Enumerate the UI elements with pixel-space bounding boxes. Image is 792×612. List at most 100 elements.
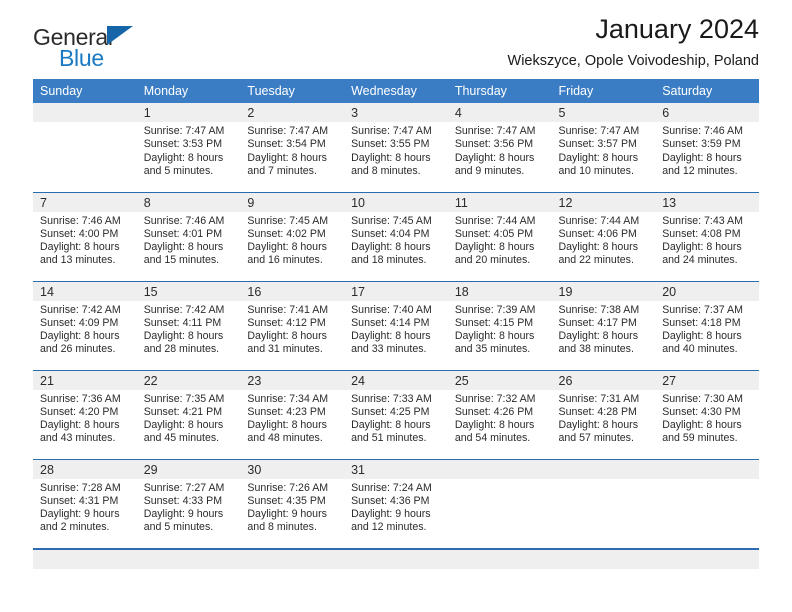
sunrise-text: Sunrise: 7:35 AM: [143, 392, 225, 405]
day-number: 31: [344, 459, 448, 479]
calendar-week-row: 28 Sunrise: 7:28 AM Sunset: 4:31 PM Dayligh…: [33, 458, 759, 549]
brand-logo[interactable]: General Blue: [33, 24, 243, 74]
day-cell-inner: 23 Sunrise: 7:34 AM Sunset: 4:23 PM Dayligh…: [240, 370, 345, 459]
calendar-day-cell[interactable]: 28 Sunrise: 7:28 AM Sunset: 4:31 PM Dayligh…: [33, 458, 137, 548]
day-details: Sunrise: 7:35 AM Sunset: 4:21 PM Daylight:…: [137, 390, 241, 446]
calendar-day-cell[interactable]: 25 Sunrise: 7:32 AM Sunset: 4:26 PM Dayligh…: [447, 369, 552, 459]
day-details: Sunrise: 7:37 AM Sunset: 4:18 PM Daylight:…: [655, 301, 759, 357]
day-cell-inner: 30 Sunrise: 7:26 AM Sunset: 4:35 PM Dayligh…: [240, 459, 345, 549]
day-details: Sunrise: 7:24 AM Sunset: 4:36 PM Daylight:…: [344, 479, 448, 535]
daylight-text-line2: and 18 minutes.: [351, 254, 427, 267]
calendar-day-cell[interactable]: 18 Sunrise: 7:39 AM Sunset: 4:15 PM Dayligh…: [447, 280, 552, 370]
sunrise-text: Sunrise: 7:46 AM: [662, 125, 743, 137]
day-details: Sunrise: 7:33 AM Sunset: 4:25 PM Daylight:…: [344, 390, 448, 446]
daylight-text-line2: and 26 minutes.: [40, 343, 116, 356]
calendar-day-cell[interactable]: 16 Sunrise: 7:41 AM Sunset: 4:12 PM Dayligh…: [240, 280, 345, 370]
day-details: Sunrise: 7:44 AM Sunset: 4:05 PM Daylight:…: [448, 212, 552, 268]
calendar-day-cell[interactable]: 19 Sunrise: 7:38 AM Sunset: 4:17 PM Dayligh…: [551, 280, 656, 370]
calendar-day-cell[interactable]: 24 Sunrise: 7:33 AM Sunset: 4:25 PM Dayligh…: [344, 369, 448, 459]
daylight-text-line2: and 15 minutes.: [143, 254, 220, 267]
daylight-text-line1: Daylight: 8 hours: [40, 241, 120, 254]
calendar-day-cell[interactable]: 20 Sunrise: 7:37 AM Sunset: 4:18 PM Dayligh…: [655, 280, 759, 370]
calendar-week-row: 1 Sunrise: 7:47 AM Sunset: 3:53 PM Daylight…: [33, 103, 759, 192]
calendar-day-cell[interactable]: 12 Sunrise: 7:44 AM Sunset: 4:06 PM Dayligh…: [551, 191, 656, 281]
day-number: 10: [344, 192, 448, 212]
daylight-text-line1: Daylight: 8 hours: [558, 241, 639, 254]
sunrise-text: Sunrise: 7:38 AM: [558, 303, 640, 316]
calendar-day-cell[interactable]: 14 Sunrise: 7:42 AM Sunset: 4:09 PM Dayligh…: [33, 280, 137, 370]
calendar-day-cell[interactable]: 31 Sunrise: 7:24 AM Sunset: 4:36 PM Dayligh…: [344, 458, 448, 549]
day-cell-inner: 25 Sunrise: 7:32 AM Sunset: 4:26 PM Dayligh…: [447, 370, 552, 459]
day-details: Sunrise: 7:47 AM Sunset: 3:54 PM Daylight:…: [240, 122, 344, 178]
daylight-text-line2: and 8 minutes.: [247, 521, 317, 534]
day-details: Sunrise: 7:30 AM Sunset: 4:30 PM Daylight:…: [655, 390, 759, 446]
calendar-day-cell[interactable]: 27 Sunrise: 7:30 AM Sunset: 4:30 PM Dayligh…: [655, 369, 759, 459]
day-cell-inner: 12 Sunrise: 7:44 AM Sunset: 4:06 PM Dayligh…: [551, 192, 656, 281]
calendar-day-cell[interactable]: 1 Sunrise: 7:47 AM Sunset: 3:53 PM Daylight…: [136, 103, 241, 192]
day-cell-inner: 20 Sunrise: 7:37 AM Sunset: 4:18 PM Dayligh…: [655, 281, 759, 370]
calendar-day-cell[interactable]: 7 Sunrise: 7:46 AM Sunset: 4:00 PM Daylight…: [33, 191, 137, 281]
day-cell-inner: 31 Sunrise: 7:24 AM Sunset: 4:36 PM Dayligh…: [344, 459, 448, 549]
daylight-text-line2: and 24 minutes.: [662, 254, 738, 267]
daylight-text-line1: Daylight: 8 hours: [247, 241, 327, 254]
day-cell-inner: 1 Sunrise: 7:47 AM Sunset: 3:53 PM Daylight…: [136, 103, 241, 192]
sunrise-text: Sunrise: 7:47 AM: [558, 125, 640, 137]
day-details: Sunrise: 7:26 AM Sunset: 4:35 PM Daylight:…: [240, 479, 344, 535]
calendar-day-cell[interactable]: 29 Sunrise: 7:27 AM Sunset: 4:33 PM Dayligh…: [136, 458, 241, 548]
day-number: [33, 103, 137, 122]
calendar-day-cell[interactable]: 15 Sunrise: 7:42 AM Sunset: 4:11 PM Dayligh…: [136, 280, 241, 370]
sunset-text: Sunset: 4:06 PM: [558, 227, 637, 240]
day-details: Sunrise: 7:46 AM Sunset: 3:59 PM Daylight:…: [655, 122, 759, 178]
day-cell-inner: 2 Sunrise: 7:47 AM Sunset: 3:54 PM Daylight…: [240, 103, 345, 192]
sunrise-text: Sunrise: 7:44 AM: [454, 214, 536, 227]
daylight-text-line2: and 16 minutes.: [247, 254, 323, 267]
calendar-bottom-band: [33, 549, 759, 569]
daylight-text-line1: Daylight: 8 hours: [351, 330, 431, 343]
sunset-text: Sunset: 4:12 PM: [247, 316, 326, 329]
sunrise-text: Sunrise: 7:27 AM: [143, 481, 225, 494]
calendar-day-cell[interactable]: 6 Sunrise: 7:46 AM Sunset: 3:59 PM Daylight…: [655, 103, 759, 192]
calendar-day-cell[interactable]: 8 Sunrise: 7:46 AM Sunset: 4:01 PM Daylight…: [136, 191, 241, 281]
daylight-text-line2: and 20 minutes.: [454, 254, 531, 267]
day-number: 26: [551, 370, 656, 390]
day-details: Sunrise: 7:31 AM Sunset: 4:28 PM Daylight:…: [552, 390, 656, 446]
sunrise-text: Sunrise: 7:46 AM: [143, 214, 225, 227]
day-details: Sunrise: 7:32 AM Sunset: 4:26 PM Daylight:…: [448, 390, 552, 446]
day-cell-inner: 27 Sunrise: 7:30 AM Sunset: 4:30 PM Dayligh…: [655, 370, 759, 459]
calendar-day-cell[interactable]: 9 Sunrise: 7:45 AM Sunset: 4:02 PM Daylight…: [240, 191, 345, 281]
day-number: 2: [240, 103, 345, 122]
calendar-day-cell[interactable]: 2 Sunrise: 7:47 AM Sunset: 3:54 PM Daylight…: [240, 103, 345, 192]
daylight-text-line1: Daylight: 8 hours: [143, 241, 224, 254]
sunset-text: Sunset: 4:02 PM: [247, 227, 326, 240]
calendar-day-cell[interactable]: 22 Sunrise: 7:35 AM Sunset: 4:21 PM Dayligh…: [136, 369, 241, 459]
calendar-day-cell[interactable]: 21 Sunrise: 7:36 AM Sunset: 4:20 PM Dayligh…: [33, 369, 137, 459]
calendar-body: 1 Sunrise: 7:47 AM Sunset: 3:53 PM Daylight…: [33, 103, 759, 548]
daylight-text-line2: and 31 minutes.: [247, 343, 323, 356]
day-cell-inner: 13 Sunrise: 7:43 AM Sunset: 4:08 PM Dayligh…: [655, 192, 759, 281]
daylight-text-line2: and 8 minutes.: [351, 164, 421, 177]
calendar-day-cell[interactable]: 3 Sunrise: 7:47 AM Sunset: 3:55 PM Daylight…: [344, 103, 448, 192]
daylight-text-line1: Daylight: 8 hours: [247, 330, 327, 343]
calendar-day-cell[interactable]: 11 Sunrise: 7:44 AM Sunset: 4:05 PM Dayligh…: [447, 191, 552, 281]
calendar-day-cell[interactable]: 23 Sunrise: 7:34 AM Sunset: 4:23 PM Dayligh…: [240, 369, 345, 459]
calendar-day-cell[interactable]: 5 Sunrise: 7:47 AM Sunset: 3:57 PM Daylight…: [551, 103, 656, 192]
sunrise-text: Sunrise: 7:26 AM: [247, 481, 329, 494]
day-number: 30: [240, 459, 345, 479]
calendar-day-cell[interactable]: 30 Sunrise: 7:26 AM Sunset: 4:35 PM Dayligh…: [240, 458, 345, 549]
sunset-text: Sunset: 4:28 PM: [558, 405, 637, 418]
sunrise-text: Sunrise: 7:28 AM: [40, 481, 121, 494]
sunrise-text: Sunrise: 7:45 AM: [247, 214, 329, 227]
day-number: 1: [136, 103, 241, 122]
calendar-day-cell[interactable]: 10 Sunrise: 7:45 AM Sunset: 4:04 PM Dayligh…: [344, 191, 448, 281]
calendar-day-cell[interactable]: 4 Sunrise: 7:47 AM Sunset: 3:56 PM Daylight…: [447, 103, 552, 192]
sunrise-text: Sunrise: 7:40 AM: [351, 303, 432, 316]
sunset-text: Sunset: 4:17 PM: [558, 316, 637, 329]
calendar-table: Sunday Monday Tuesday Wednesday Thursday…: [33, 79, 759, 548]
daylight-text-line2: and 13 minutes.: [40, 254, 116, 267]
calendar-day-cell[interactable]: 17 Sunrise: 7:40 AM Sunset: 4:14 PM Dayligh…: [344, 280, 448, 370]
calendar-day-cell[interactable]: 13 Sunrise: 7:43 AM Sunset: 4:08 PM Dayligh…: [655, 191, 759, 281]
sunrise-text: Sunrise: 7:41 AM: [247, 303, 329, 316]
daylight-text-line2: and 57 minutes.: [558, 432, 634, 445]
day-cell-inner: [551, 459, 656, 549]
calendar-day-cell[interactable]: 26 Sunrise: 7:31 AM Sunset: 4:28 PM Dayligh…: [551, 369, 656, 459]
